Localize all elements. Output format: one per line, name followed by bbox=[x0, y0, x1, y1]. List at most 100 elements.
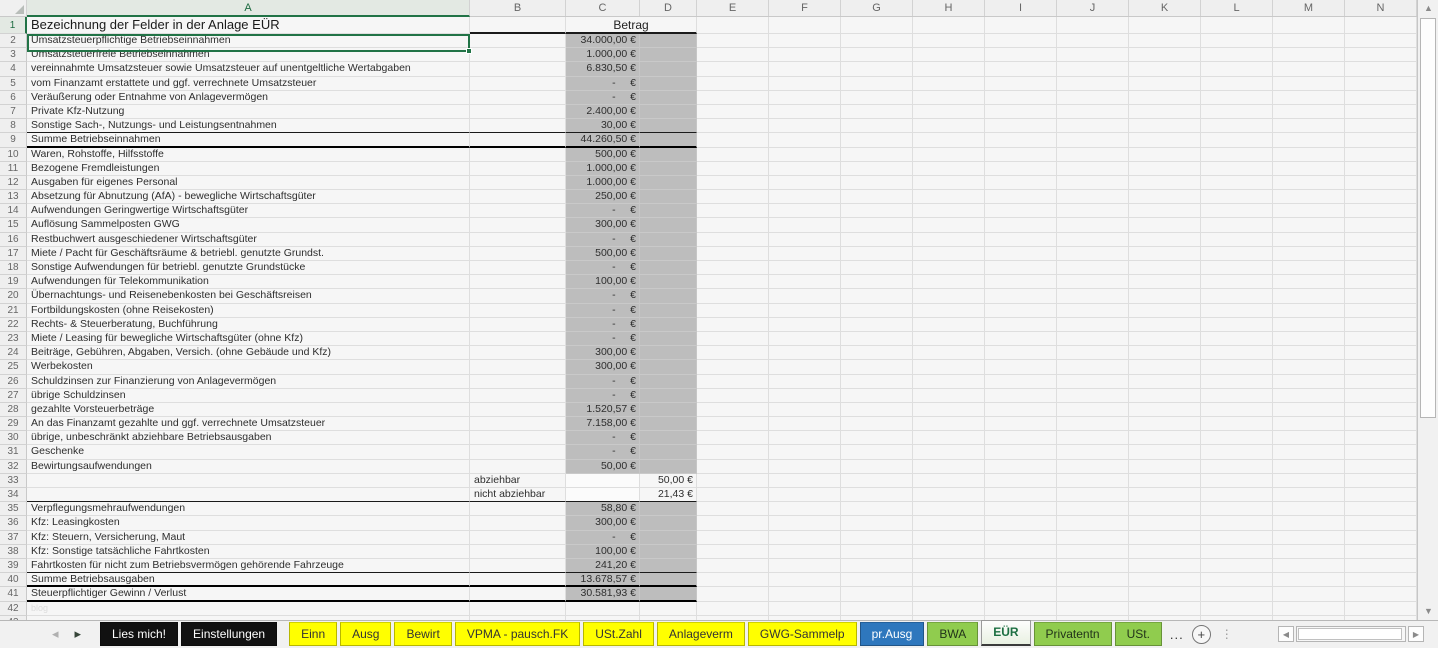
label-cell[interactable]: Schuldzinsen zur Finanzierung von Anlage… bbox=[27, 374, 470, 389]
row-header[interactable]: 26 bbox=[0, 374, 27, 389]
amount-cell[interactable]: - € bbox=[566, 388, 640, 403]
amount2-cell[interactable] bbox=[640, 530, 697, 545]
row-header[interactable]: 28 bbox=[0, 402, 27, 418]
row-header[interactable]: 11 bbox=[0, 161, 27, 176]
amount-cell[interactable]: 44.260,50 € bbox=[566, 133, 640, 148]
amount2-cell[interactable] bbox=[640, 289, 697, 304]
label-cell[interactable]: Waren, Rohstoffe, Hilfsstoffe bbox=[27, 147, 470, 162]
sublabel-cell[interactable] bbox=[470, 90, 566, 105]
row-header[interactable]: 39 bbox=[0, 558, 27, 574]
scroll-up-icon[interactable]: ▲ bbox=[1420, 1, 1437, 16]
cell-b1[interactable] bbox=[470, 17, 566, 34]
amount2-cell[interactable]: 50,00 € bbox=[640, 473, 697, 488]
sublabel-cell[interactable] bbox=[470, 544, 566, 559]
horizontal-scroll-track[interactable] bbox=[1296, 626, 1406, 642]
sheet-tab-privatentn[interactable]: Privatentn bbox=[1033, 622, 1112, 646]
label-cell[interactable]: Miete / Leasing für bewegliche Wirtschaf… bbox=[27, 331, 470, 347]
sublabel-cell[interactable] bbox=[470, 459, 566, 474]
amount-cell[interactable] bbox=[566, 601, 640, 616]
sublabel-cell[interactable] bbox=[470, 346, 566, 361]
amount2-cell[interactable] bbox=[640, 558, 697, 574]
label-cell[interactable]: Umsatzsteuerfreie Betriebseinnahmen bbox=[27, 48, 470, 63]
sublabel-cell[interactable] bbox=[470, 289, 566, 304]
row-header[interactable]: 24 bbox=[0, 346, 27, 361]
amount-cell[interactable]: 13.678,57 € bbox=[566, 573, 640, 588]
cell-a1-selected[interactable]: Bezeichnung der Felder in der Anlage EÜR bbox=[27, 17, 470, 34]
sublabel-cell[interactable] bbox=[470, 502, 566, 517]
amount-cell[interactable]: 50,00 € bbox=[566, 459, 640, 474]
sublabel-cell[interactable] bbox=[470, 48, 566, 63]
row-header[interactable]: 37 bbox=[0, 530, 27, 545]
label-cell[interactable]: Geschenke bbox=[27, 445, 470, 460]
row-header[interactable]: 29 bbox=[0, 417, 27, 432]
label-cell[interactable]: übrige, unbeschränkt abziehbare Betriebs… bbox=[27, 431, 470, 446]
betrag-header-cell[interactable]: Betrag bbox=[566, 17, 697, 34]
sublabel-cell[interactable] bbox=[470, 587, 566, 602]
sublabel-cell[interactable] bbox=[470, 190, 566, 205]
amount2-cell[interactable] bbox=[640, 133, 697, 148]
row-header[interactable]: 38 bbox=[0, 544, 27, 559]
column-header-D[interactable]: D bbox=[640, 0, 697, 16]
sheet-tab-bewirt[interactable]: Bewirt bbox=[394, 622, 452, 646]
amount2-cell[interactable] bbox=[640, 275, 697, 290]
amount2-cell[interactable] bbox=[640, 90, 697, 105]
amount-cell[interactable]: 300,00 € bbox=[566, 360, 640, 375]
column-header-H[interactable]: H bbox=[913, 0, 985, 16]
sublabel-cell[interactable] bbox=[470, 133, 566, 148]
amount2-cell[interactable] bbox=[640, 402, 697, 418]
row-header[interactable]: 4 bbox=[0, 62, 27, 77]
row-header[interactable]: 16 bbox=[0, 232, 27, 247]
amount2-cell[interactable] bbox=[640, 388, 697, 403]
amount-cell[interactable]: 1.520,57 € bbox=[566, 402, 640, 418]
label-cell[interactable]: Private Kfz-Nutzung bbox=[27, 104, 470, 120]
row-header[interactable]: 3 bbox=[0, 48, 27, 63]
label-cell[interactable]: übrige Schuldzinsen bbox=[27, 388, 470, 403]
amount-cell[interactable]: 300,00 € bbox=[566, 346, 640, 361]
sheet-tab-einstellungen[interactable]: Einstellungen bbox=[181, 622, 278, 646]
amount2-cell[interactable] bbox=[640, 374, 697, 389]
row-header[interactable]: 2 bbox=[0, 34, 27, 49]
sublabel-cell[interactable] bbox=[470, 331, 566, 347]
amount2-cell[interactable] bbox=[640, 190, 697, 205]
row-header[interactable]: 25 bbox=[0, 360, 27, 375]
row-header[interactable]: 14 bbox=[0, 204, 27, 219]
label-cell[interactable]: Bezogene Fremdleistungen bbox=[27, 161, 470, 176]
sublabel-cell[interactable] bbox=[470, 374, 566, 389]
sublabel-cell[interactable] bbox=[470, 530, 566, 545]
amount2-cell[interactable] bbox=[640, 587, 697, 602]
label-cell[interactable]: Kfz: Leasingkosten bbox=[27, 516, 470, 531]
sheet-tab-lies-mich-[interactable]: Lies mich! bbox=[100, 622, 179, 646]
amount-cell[interactable]: - € bbox=[566, 431, 640, 446]
amount-cell[interactable]: - € bbox=[566, 303, 640, 318]
amount-cell[interactable]: 1.000,00 € bbox=[566, 175, 640, 191]
amount2-cell[interactable]: 21,43 € bbox=[640, 488, 697, 503]
row-header[interactable]: 19 bbox=[0, 275, 27, 290]
amount2-cell[interactable] bbox=[640, 601, 697, 616]
sheet-tab-gwg-sammelp[interactable]: GWG-Sammelp bbox=[747, 622, 857, 646]
amount2-cell[interactable] bbox=[640, 161, 697, 176]
horizontal-scroll-thumb[interactable] bbox=[1298, 628, 1402, 640]
sublabel-cell[interactable] bbox=[470, 601, 566, 616]
column-header-A[interactable]: A bbox=[27, 0, 470, 17]
amount-cell[interactable]: 250,00 € bbox=[566, 190, 640, 205]
sublabel-cell[interactable] bbox=[470, 175, 566, 191]
label-cell[interactable]: Umsatzsteuerpflichtige Betriebseinnahmen bbox=[27, 34, 470, 49]
column-header-B[interactable]: B bbox=[470, 0, 566, 16]
label-cell[interactable]: Aufwendungen für Telekommunikation bbox=[27, 275, 470, 290]
amount2-cell[interactable] bbox=[640, 544, 697, 559]
label-cell[interactable]: Bewirtungsaufwendungen bbox=[27, 459, 470, 474]
label-cell[interactable]: Sonstige Aufwendungen für betriebl. genu… bbox=[27, 261, 470, 276]
row-header[interactable]: 21 bbox=[0, 303, 27, 318]
amount-cell[interactable]: - € bbox=[566, 374, 640, 389]
label-cell[interactable] bbox=[27, 488, 470, 503]
sublabel-cell[interactable] bbox=[470, 317, 566, 332]
amount2-cell[interactable] bbox=[640, 516, 697, 531]
row-header[interactable]: 18 bbox=[0, 261, 27, 276]
amount-cell[interactable]: - € bbox=[566, 90, 640, 105]
amount2-cell[interactable] bbox=[640, 417, 697, 432]
row-header[interactable]: 31 bbox=[0, 445, 27, 460]
amount-cell[interactable]: 7.158,00 € bbox=[566, 417, 640, 432]
tabs-scroll-right-icon[interactable]: ▸ bbox=[75, 626, 82, 642]
column-header-N[interactable]: N bbox=[1345, 0, 1417, 16]
amount2-cell[interactable] bbox=[640, 104, 697, 120]
